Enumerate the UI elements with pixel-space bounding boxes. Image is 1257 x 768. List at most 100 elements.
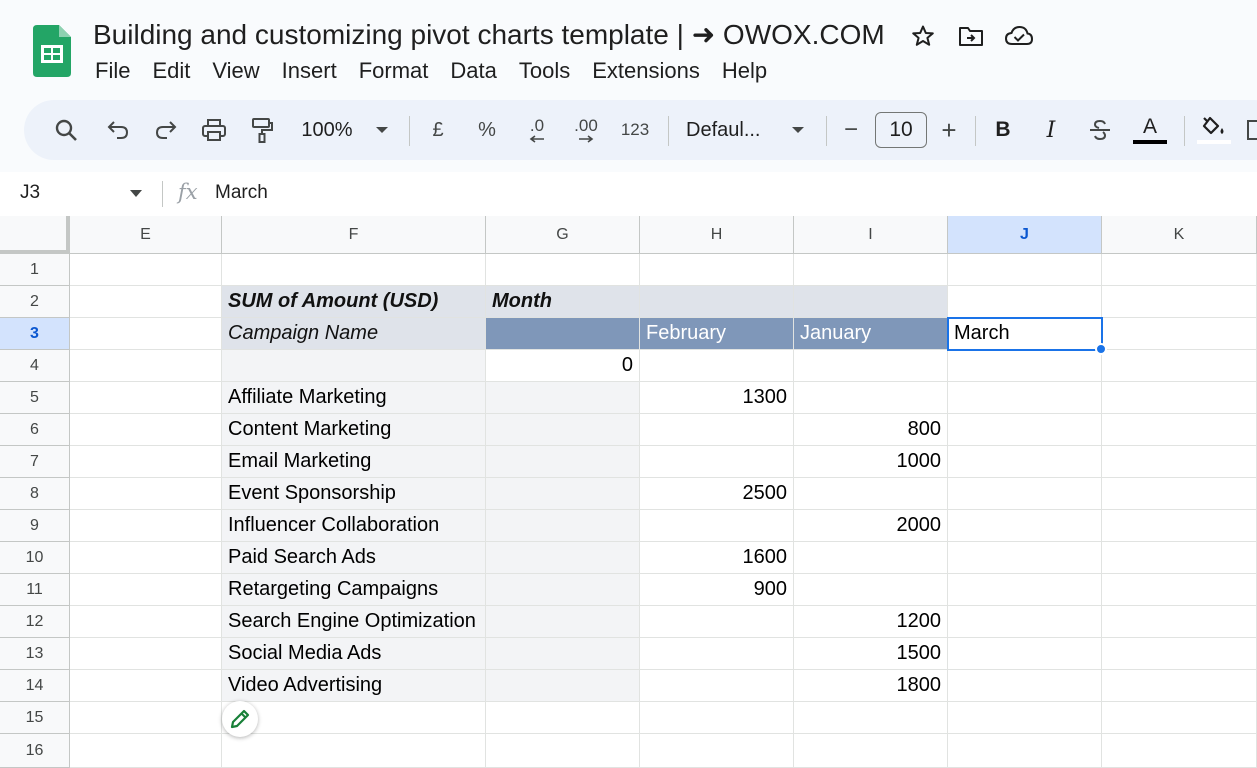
cell-i6[interactable]: 800: [794, 414, 948, 446]
cell-f16[interactable]: [222, 734, 486, 768]
menu-view[interactable]: View: [201, 56, 270, 86]
cell-j5[interactable]: [948, 382, 1102, 414]
row-header-6[interactable]: 6: [0, 414, 70, 446]
cell-e15[interactable]: [70, 702, 222, 734]
row-header-12[interactable]: 12: [0, 606, 70, 638]
cell-g7[interactable]: [486, 446, 640, 478]
cell-h11[interactable]: 900: [640, 574, 794, 606]
cell-g5[interactable]: [486, 382, 640, 414]
bold-button[interactable]: B: [990, 100, 1016, 160]
cell-g4[interactable]: 0: [486, 350, 640, 382]
column-header-g[interactable]: G: [486, 216, 640, 254]
cell-e9[interactable]: [70, 510, 222, 542]
zoom-dropdown-icon[interactable]: [372, 100, 392, 160]
column-header-f[interactable]: F: [222, 216, 486, 254]
cell-g16[interactable]: [486, 734, 640, 768]
cell-e5[interactable]: [70, 382, 222, 414]
cell-f4[interactable]: [222, 350, 486, 382]
menu-help[interactable]: Help: [711, 56, 778, 86]
cell-k16[interactable]: [1102, 734, 1257, 768]
cell-f9[interactable]: Influencer Collaboration: [222, 510, 486, 542]
column-header-h[interactable]: H: [640, 216, 794, 254]
row-header-14[interactable]: 14: [0, 670, 70, 702]
cell-h7[interactable]: [640, 446, 794, 478]
cell-h16[interactable]: [640, 734, 794, 768]
increase-font-size-button[interactable]: +: [936, 100, 962, 160]
cell-h2[interactable]: [640, 286, 794, 318]
search-menus-icon[interactable]: [52, 100, 80, 160]
column-header-i[interactable]: I: [794, 216, 948, 254]
cell-g14[interactable]: [486, 670, 640, 702]
menu-edit[interactable]: Edit: [141, 56, 201, 86]
cell-e2[interactable]: [70, 286, 222, 318]
cell-e10[interactable]: [70, 542, 222, 574]
cell-f5[interactable]: Affiliate Marketing: [222, 382, 486, 414]
cell-j1[interactable]: [948, 254, 1102, 286]
cell-f11[interactable]: Retargeting Campaigns: [222, 574, 486, 606]
cell-f15[interactable]: [222, 702, 486, 734]
row-header-7[interactable]: 7: [0, 446, 70, 478]
row-header-3[interactable]: 3: [0, 318, 70, 350]
strikethrough-icon[interactable]: [1086, 100, 1114, 160]
cell-h10[interactable]: 1600: [640, 542, 794, 574]
cell-j11[interactable]: [948, 574, 1102, 606]
row-header-13[interactable]: 13: [0, 638, 70, 670]
select-all-corner[interactable]: [0, 216, 70, 254]
menu-extensions[interactable]: Extensions: [581, 56, 711, 86]
cell-e13[interactable]: [70, 638, 222, 670]
cell-e12[interactable]: [70, 606, 222, 638]
cell-j15[interactable]: [948, 702, 1102, 734]
font-size-input[interactable]: 10: [875, 112, 927, 148]
cloud-status-icon[interactable]: [1004, 22, 1034, 50]
cell-j13[interactable]: [948, 638, 1102, 670]
cell-f7[interactable]: Email Marketing: [222, 446, 486, 478]
edit-pivot-table-button[interactable]: [222, 701, 258, 737]
menu-data[interactable]: Data: [439, 56, 507, 86]
paint-format-icon[interactable]: [248, 100, 276, 160]
cell-k13[interactable]: [1102, 638, 1257, 670]
cell-j16[interactable]: [948, 734, 1102, 768]
font-family-select[interactable]: Defaul...: [686, 100, 770, 160]
column-header-k[interactable]: K: [1102, 216, 1257, 254]
row-header-1[interactable]: 1: [0, 254, 70, 286]
cell-i13[interactable]: 1500: [794, 638, 948, 670]
cell-j10[interactable]: [948, 542, 1102, 574]
fill-handle[interactable]: [1095, 343, 1107, 355]
cell-f1[interactable]: [222, 254, 486, 286]
cell-i14[interactable]: 1800: [794, 670, 948, 702]
cell-f12[interactable]: Search Engine Optimization: [222, 606, 486, 638]
cell-k5[interactable]: [1102, 382, 1257, 414]
cell-j14[interactable]: [948, 670, 1102, 702]
cell-h15[interactable]: [640, 702, 794, 734]
cell-i5[interactable]: [794, 382, 948, 414]
cell-k4[interactable]: [1102, 350, 1257, 382]
undo-icon[interactable]: [104, 100, 132, 160]
cell-g13[interactable]: [486, 638, 640, 670]
cell-j4[interactable]: [948, 350, 1102, 382]
move-folder-icon[interactable]: [956, 22, 986, 50]
cell-e1[interactable]: [70, 254, 222, 286]
cell-e11[interactable]: [70, 574, 222, 606]
name-box[interactable]: J3: [20, 182, 40, 204]
cell-i12[interactable]: 1200: [794, 606, 948, 638]
row-header-10[interactable]: 10: [0, 542, 70, 574]
cell-h14[interactable]: [640, 670, 794, 702]
cell-e3[interactable]: [70, 318, 222, 350]
cell-f6[interactable]: Content Marketing: [222, 414, 486, 446]
cell-g11[interactable]: [486, 574, 640, 606]
cell-i2[interactable]: [794, 286, 948, 318]
row-header-9[interactable]: 9: [0, 510, 70, 542]
cell-k7[interactable]: [1102, 446, 1257, 478]
cell-j3[interactable]: March: [947, 317, 1103, 351]
cell-k12[interactable]: [1102, 606, 1257, 638]
currency-format-button[interactable]: £: [424, 100, 452, 160]
cell-g8[interactable]: [486, 478, 640, 510]
print-icon[interactable]: [200, 100, 228, 160]
cell-g6[interactable]: [486, 414, 640, 446]
cell-k1[interactable]: [1102, 254, 1257, 286]
cell-f2[interactable]: SUM of Amount (USD): [222, 286, 486, 318]
cell-i15[interactable]: [794, 702, 948, 734]
cell-j12[interactable]: [948, 606, 1102, 638]
cell-i16[interactable]: [794, 734, 948, 768]
menu-tools[interactable]: Tools: [508, 56, 581, 86]
